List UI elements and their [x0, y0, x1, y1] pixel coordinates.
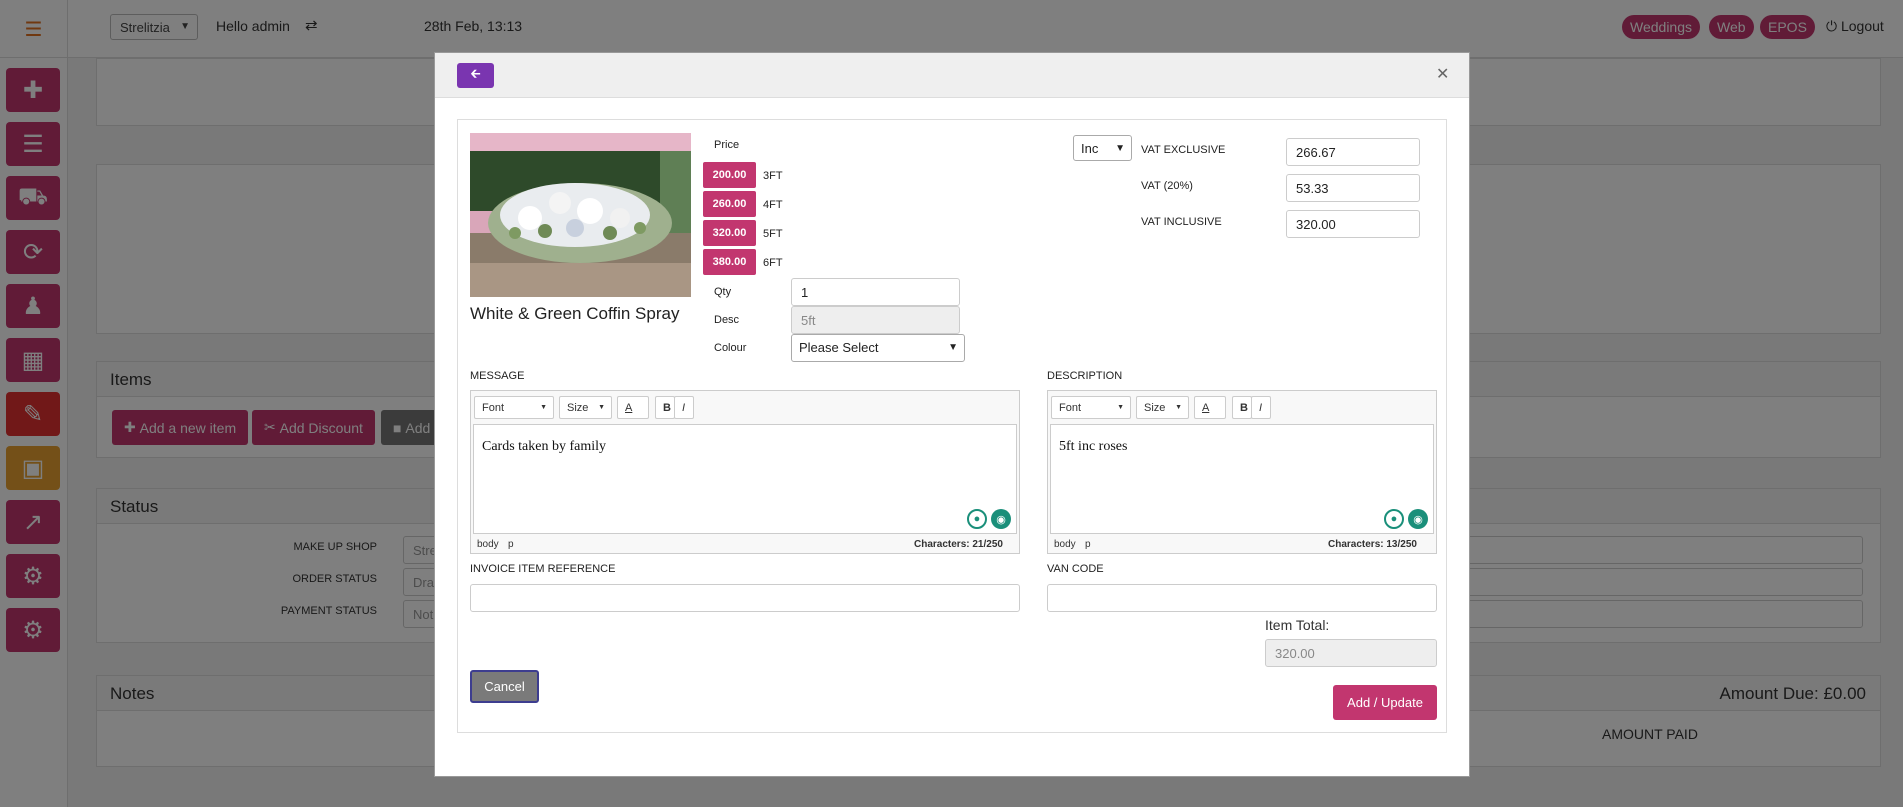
vat-input[interactable]: 53.33 [1286, 174, 1420, 202]
van-code-input[interactable] [1047, 584, 1437, 612]
back-button[interactable]: 🡰 [457, 63, 494, 88]
price-button-5ft[interactable]: 320.00 [703, 220, 756, 246]
bold-label: B [1240, 401, 1248, 414]
modal-body: White & Green Coffin Spray Price 200.00 … [457, 119, 1447, 733]
price-button-4ft[interactable]: 260.00 [703, 191, 756, 217]
vat-inclusive-input[interactable]: 320.00 [1286, 210, 1420, 238]
path-p: p [1085, 539, 1091, 550]
grammarly-icon[interactable]: ◉ [991, 509, 1011, 529]
size-label-6ft: 6FT [763, 257, 783, 269]
text-color-icon[interactable]: A [1194, 396, 1226, 419]
text-color-label: A [1202, 401, 1210, 414]
size-label-5ft: 5FT [763, 228, 783, 240]
price-label: Price [714, 139, 740, 151]
close-icon[interactable]: ✕ [1436, 64, 1449, 84]
qty-label: Qty [714, 286, 732, 298]
item-total-input: 320.00 [1265, 639, 1437, 667]
size-dropdown[interactable]: Size ▼ [1136, 396, 1189, 419]
vat-mode-select[interactable]: Inc ▼ [1073, 135, 1132, 161]
path-body: body [477, 539, 499, 550]
font-dropdown[interactable]: Font ▼ [474, 396, 554, 419]
vat-exclusive-input[interactable]: 266.67 [1286, 138, 1420, 166]
product-image [470, 133, 691, 297]
font-dropdown-label: Font [1059, 401, 1082, 414]
chevron-down-icon: ▼ [1117, 404, 1124, 411]
italic-icon[interactable]: I [1251, 396, 1271, 419]
modal-header: 🡰 ✕ [435, 53, 1469, 98]
font-dropdown[interactable]: Font ▼ [1051, 396, 1131, 419]
price-button-3ft[interactable]: 200.00 [703, 162, 756, 188]
message-label: MESSAGE [470, 370, 525, 382]
italic-label: I [682, 401, 686, 414]
size-dropdown[interactable]: Size ▼ [559, 396, 612, 419]
message-char-count: Characters: 21/250 [914, 539, 1003, 550]
invoice-ref-label: INVOICE ITEM REFERENCE [470, 563, 616, 575]
vat-exclusive-label: VAT EXCLUSIVE [1141, 144, 1226, 156]
vat-label: VAT (20%) [1141, 180, 1193, 192]
bold-icon[interactable]: B [1232, 396, 1252, 419]
size-label-4ft: 4FT [763, 199, 783, 211]
size-dropdown-label: Size [567, 401, 589, 414]
chevron-down-icon: ▼ [1175, 404, 1182, 411]
description-label: DESCRIPTION [1047, 370, 1123, 382]
add-update-button[interactable]: Add / Update [1333, 685, 1437, 720]
chevron-down-icon: ▼ [540, 404, 547, 411]
message-textarea[interactable]: Cards taken by family [473, 424, 1017, 534]
bold-label: B [663, 401, 671, 414]
product-name: White & Green Coffin Spray [470, 304, 680, 323]
chevron-down-icon: ▼ [598, 404, 605, 411]
cancel-button[interactable]: Cancel [470, 670, 539, 703]
font-dropdown-label: Font [482, 401, 505, 414]
vat-inclusive-label: VAT INCLUSIVE [1141, 216, 1222, 228]
desc-label: Desc [714, 314, 740, 326]
invoice-ref-input[interactable] [470, 584, 1020, 612]
size-label-3ft: 3FT [763, 170, 783, 182]
colour-select-value: Please Select [799, 340, 879, 355]
chevron-down-icon: ▼ [948, 342, 958, 353]
arrow-left-icon: 🡰 [470, 65, 481, 81]
size-dropdown-label: Size [1144, 401, 1166, 414]
grammarly-icon[interactable]: ◉ [1408, 509, 1428, 529]
qty-input[interactable]: 1 [791, 278, 960, 306]
colour-select[interactable]: Please Select ▼ [791, 334, 965, 362]
description-char-count: Characters: 13/250 [1328, 539, 1417, 550]
message-editor: Font ▼ Size ▼ A B I Cards taken by family … [470, 390, 1020, 554]
desc-input[interactable]: 5ft [791, 306, 960, 334]
text-color-icon[interactable]: A [617, 396, 649, 419]
vat-mode-value: Inc [1081, 141, 1099, 156]
description-textarea[interactable]: 5ft inc roses [1050, 424, 1434, 534]
edit-item-modal: 🡰 ✕ White & Green Coffin Spray Price 200… [434, 52, 1470, 777]
bold-icon[interactable]: B [655, 396, 675, 419]
description-editor: Font ▼ Size ▼ A B I 5ft inc roses ● ◉ body… [1047, 390, 1437, 554]
italic-label: I [1259, 401, 1263, 414]
colour-label: Colour [714, 342, 747, 354]
text-color-label: A [625, 401, 633, 414]
path-p: p [508, 539, 514, 550]
path-body: body [1054, 539, 1076, 550]
item-total-label: Item Total: [1265, 617, 1330, 633]
price-button-6ft[interactable]: 380.00 [703, 249, 756, 275]
grammarly-bulb-icon[interactable]: ● [1384, 509, 1404, 529]
chevron-down-icon: ▼ [1115, 143, 1125, 154]
italic-icon[interactable]: I [674, 396, 694, 419]
grammarly-bulb-icon[interactable]: ● [967, 509, 987, 529]
van-code-label: VAN CODE [1047, 563, 1104, 575]
